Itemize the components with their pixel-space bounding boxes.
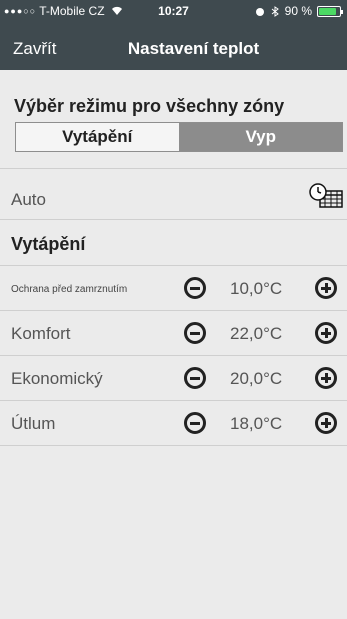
temperature-value: 18,0°C — [230, 414, 283, 433]
mode-label: Výběr režimu pro všechny zóny — [14, 96, 285, 116]
decrease-button[interactable] — [184, 277, 206, 299]
divider — [0, 219, 347, 220]
row-label: Ochrana před zamrznutím — [11, 284, 128, 295]
mode-option-off[interactable]: Vyp — [179, 123, 342, 151]
battery-percentage: 90 % — [284, 4, 312, 18]
increase-button[interactable] — [315, 322, 337, 344]
temperature-row-comfort: Komfort 22,0°C — [0, 311, 347, 355]
heating-section-header: Vytápění — [11, 234, 86, 254]
decrease-button[interactable] — [184, 322, 206, 344]
row-label: Ekonomický — [11, 369, 103, 388]
mode-section: Výběr režimu pro všechny zóny Vytápění V… — [0, 70, 347, 168]
mode-option-heating[interactable]: Vytápění — [16, 123, 180, 151]
bluetooth-icon — [271, 5, 279, 17]
row-label: Komfort — [11, 324, 71, 343]
row-label: Útlum — [11, 414, 56, 433]
status-bar: ●●●○○ T-Mobile CZ 10:27 90 % — [0, 0, 347, 20]
mode-segmented-control: Vytápění Vyp — [15, 122, 343, 152]
temperature-value: 20,0°C — [230, 369, 283, 388]
schedule-clock-icon[interactable] — [308, 183, 344, 209]
header: ●●●○○ T-Mobile CZ 10:27 90 % Zavřít Nast… — [0, 0, 347, 70]
decrease-button[interactable] — [184, 412, 206, 434]
temperature-row-setback: Útlum 18,0°C — [0, 401, 347, 445]
temperature-value: 10,0°C — [230, 279, 283, 298]
temperature-row-economy: Ekonomický 20,0°C — [0, 356, 347, 400]
increase-button[interactable] — [315, 277, 337, 299]
page-title: Nastavení teplot — [127, 39, 260, 58]
temperature-row-frost: Ochrana před zamrznutím 10,0°C — [0, 266, 347, 310]
increase-button[interactable] — [315, 412, 337, 434]
divider — [0, 445, 347, 446]
auto-label: Auto — [11, 190, 46, 209]
increase-button[interactable] — [315, 367, 337, 389]
auto-row[interactable]: Auto — [0, 177, 347, 221]
battery-icon — [317, 5, 343, 17]
navbar: Zavřít Nastavení teplot — [0, 28, 347, 68]
divider — [0, 168, 347, 169]
decrease-button[interactable] — [184, 367, 206, 389]
temperature-value: 22,0°C — [230, 324, 283, 343]
status-right: 90 % — [255, 4, 343, 18]
alarm-icon — [255, 7, 264, 16]
